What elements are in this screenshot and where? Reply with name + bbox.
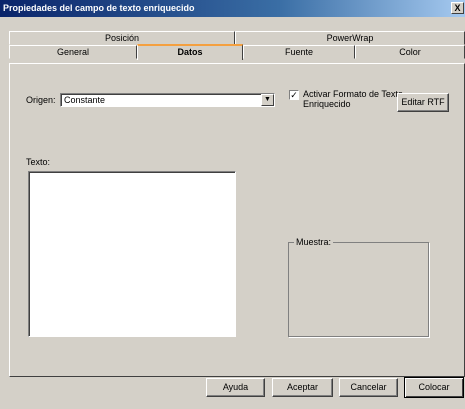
- tab-label: Color: [399, 47, 421, 57]
- ok-label: Aceptar: [286, 382, 319, 392]
- window-title: Propiedades del campo de texto enriqueci…: [3, 3, 195, 13]
- cancel-label: Cancelar: [350, 382, 387, 392]
- tab-powerwrap[interactable]: PowerWrap: [235, 31, 465, 45]
- tab-label: Posición: [104, 33, 140, 43]
- tab-posicion[interactable]: Posición: [9, 31, 235, 45]
- tab-color[interactable]: Color: [355, 45, 465, 59]
- help-button[interactable]: Ayuda: [206, 378, 265, 397]
- place-button[interactable]: Colocar: [404, 377, 464, 398]
- tab-fuente[interactable]: Fuente: [243, 45, 355, 59]
- origen-value: Constante: [64, 95, 106, 105]
- tab-label: Datos: [177, 47, 203, 57]
- preview-label: Muestra:: [294, 237, 334, 247]
- tab-label: General: [56, 47, 90, 57]
- rtf-checkbox[interactable]: ✓: [289, 90, 299, 100]
- close-icon: X: [454, 3, 461, 13]
- tab-general[interactable]: General: [9, 45, 137, 59]
- checkmark-icon: ✓: [290, 90, 298, 100]
- close-button[interactable]: X: [451, 2, 464, 14]
- origen-label: Origen:: [26, 95, 56, 105]
- origen-select[interactable]: Constante ▼: [60, 93, 275, 107]
- place-label: Colocar: [418, 382, 450, 392]
- dropdown-arrow-icon[interactable]: ▼: [261, 94, 274, 106]
- cancel-button[interactable]: Cancelar: [339, 378, 398, 397]
- help-label: Ayuda: [222, 382, 249, 392]
- tab-label: Fuente: [284, 47, 314, 57]
- edit-rtf-label: Editar RTF: [401, 97, 445, 107]
- texto-label: Texto:: [26, 157, 51, 167]
- dialog-body: Posición PowerWrap General Datos Fuente …: [0, 17, 465, 409]
- preview-groupbox: Muestra:: [288, 237, 429, 337]
- rtf-checkbox-label-2: Enriquecido: [303, 99, 351, 109]
- tab-datos[interactable]: Datos: [137, 44, 243, 60]
- tab-label: PowerWrap: [326, 33, 374, 43]
- rtf-checkbox-label-1: Activar Formato de Texto: [303, 89, 403, 99]
- texto-textarea[interactable]: [28, 171, 236, 337]
- tab-panel-datos: Origen: Constante ▼ Texto: ✓ Activar For…: [9, 63, 465, 377]
- edit-rtf-button[interactable]: Editar RTF: [397, 93, 449, 112]
- ok-button[interactable]: Aceptar: [272, 378, 333, 397]
- window-titlebar: Propiedades del campo de texto enriqueci…: [0, 0, 465, 17]
